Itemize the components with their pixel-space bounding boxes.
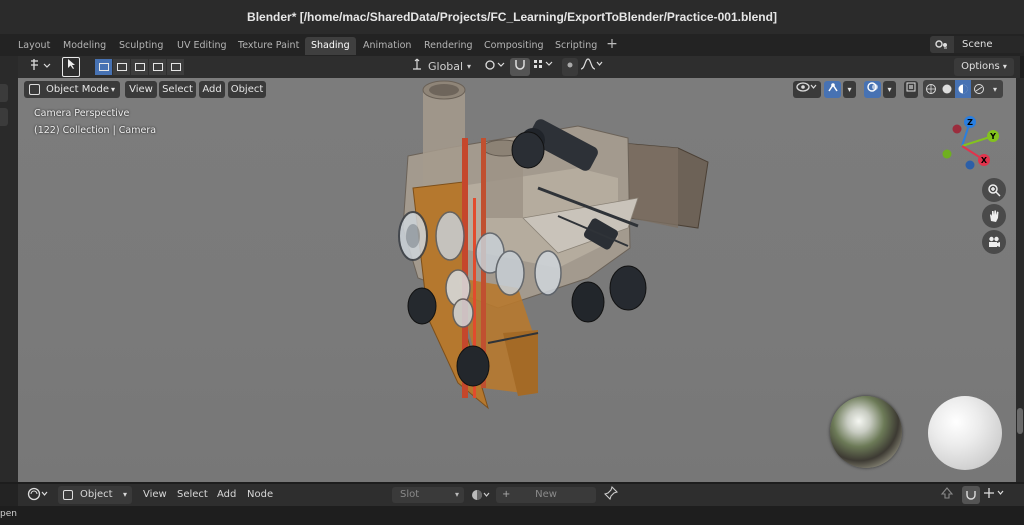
parent-node-tree-icon[interactable] <box>940 486 956 504</box>
neg-x-axis-dot[interactable] <box>952 124 962 134</box>
mode-dropdown[interactable]: Object Mode ▾ <box>24 81 120 98</box>
3d-viewport[interactable]: Object Mode ▾ View Select Add Object Cam… <box>18 78 1016 482</box>
falloff-icon[interactable] <box>580 58 604 76</box>
menu-add[interactable]: Add <box>217 486 236 504</box>
tab-sculpting[interactable]: Sculpting <box>113 37 169 55</box>
solid-shading-icon[interactable] <box>939 80 955 98</box>
tab-scripting[interactable]: Scripting <box>549 37 603 55</box>
status-bar: pen <box>0 506 1024 525</box>
rendered-shading-icon[interactable] <box>971 80 987 98</box>
material-preview-shading-icon[interactable] <box>955 80 971 98</box>
neg-z-axis-dot[interactable] <box>965 160 975 170</box>
proportional-editing-icon[interactable] <box>562 58 578 76</box>
menu-select[interactable]: Select <box>177 486 208 504</box>
select-extend-button[interactable] <box>113 59 130 75</box>
snap-toggle-icon[interactable] <box>962 486 980 504</box>
snap-element-icon[interactable] <box>982 486 1010 504</box>
y-axis-label: Y <box>989 132 996 141</box>
z-axis-label: Z <box>967 118 973 127</box>
camera-view-icon[interactable] <box>982 230 1006 254</box>
viewport-header: Global ▾ Options ▾ <box>18 56 1020 78</box>
view-perspective-label: Camera Perspective <box>34 108 130 119</box>
shader-editor-header: Object ▾ View Select Add Node Slot ▾ + N… <box>18 484 1024 506</box>
select-tool-icon[interactable] <box>62 57 80 77</box>
object-icon <box>63 490 73 500</box>
chevron-down-icon[interactable]: ▾ <box>843 81 856 98</box>
tab-shading[interactable]: Shading <box>305 37 356 55</box>
new-material-button[interactable]: + New <box>496 487 596 503</box>
hdri-preview-sphere <box>830 396 902 468</box>
chevron-down-icon[interactable]: ▾ <box>987 80 1003 98</box>
menu-add[interactable]: Add <box>199 81 225 98</box>
tab-texture-paint[interactable]: Texture Paint <box>232 37 305 55</box>
xray-toggle-icon[interactable] <box>904 81 918 98</box>
overlays-toggle-button[interactable] <box>864 81 881 98</box>
selection-mode-buttons <box>95 59 185 75</box>
viewport-scrollbar[interactable] <box>1016 78 1024 482</box>
snap-toggle-icon[interactable] <box>510 58 530 76</box>
tab-compositing[interactable]: Compositing <box>478 37 550 55</box>
collection-info-label: (122) Collection | Camera <box>34 125 157 136</box>
workspace-tabs: Layout Modeling Sculpting UV Editing Tex… <box>0 34 1024 56</box>
chevron-down-icon[interactable]: ▾ <box>883 81 896 98</box>
tab-animation[interactable]: Animation <box>357 37 417 55</box>
scene-selector[interactable]: Scene <box>930 36 1024 53</box>
status-text: pen <box>0 509 17 519</box>
select-intersect-button[interactable] <box>167 59 184 75</box>
scene-name: Scene <box>962 39 993 50</box>
chevron-down-icon: ▾ <box>454 490 459 499</box>
tab-modeling[interactable]: Modeling <box>57 37 112 55</box>
panel-toggle-button[interactable] <box>0 108 8 126</box>
wireframe-shading-icon[interactable] <box>923 80 939 98</box>
chevron-down-icon: ▾ <box>466 62 471 71</box>
mode-label: Object Mode <box>46 84 109 95</box>
select-new-button[interactable] <box>95 59 112 75</box>
plus-icon: + <box>502 489 511 500</box>
select-subtract-button[interactable] <box>131 59 148 75</box>
object-type-label: Object <box>80 489 113 500</box>
material-preview-sphere <box>928 396 1002 470</box>
editor-type-dropdown[interactable] <box>26 486 54 504</box>
slot-label: Slot <box>400 489 420 500</box>
editor-type-icon[interactable] <box>26 58 54 76</box>
slot-dropdown[interactable]: Slot ▾ <box>392 487 464 503</box>
window-titlebar: Blender* [/home/mac/SharedData/Projects/… <box>0 0 1024 34</box>
add-workspace-button[interactable]: + <box>604 37 620 53</box>
neg-y-axis-dot[interactable] <box>942 149 952 159</box>
options-dropdown[interactable]: Options ▾ <box>954 58 1014 76</box>
material-browse-icon[interactable] <box>469 487 497 503</box>
menu-node[interactable]: Node <box>247 486 273 504</box>
gizmo-toggle-button[interactable] <box>824 81 841 98</box>
menu-object[interactable]: Object <box>228 81 266 98</box>
pin-icon[interactable] <box>603 485 620 504</box>
menu-view[interactable]: View <box>125 81 157 98</box>
tab-uv-editing[interactable]: UV Editing <box>171 37 233 55</box>
visibility-dropdown[interactable] <box>793 81 821 98</box>
left-corner-strip <box>0 484 18 506</box>
shading-mode-buttons: ▾ <box>923 80 1003 98</box>
select-invert-button[interactable] <box>149 59 166 75</box>
chevron-down-icon: ▾ <box>122 490 127 499</box>
scene-icon <box>930 36 954 53</box>
object-mode-icon <box>29 84 40 95</box>
menu-view[interactable]: View <box>143 486 167 504</box>
pivot-point-icon[interactable] <box>484 58 506 76</box>
window-title: Blender* [/home/mac/SharedData/Projects/… <box>247 10 777 24</box>
orientation-icon <box>410 58 424 76</box>
new-label: New <box>535 489 557 500</box>
snap-target-icon[interactable] <box>532 58 554 76</box>
options-label: Options <box>961 61 1000 72</box>
tab-layout[interactable]: Layout <box>12 37 56 55</box>
panel-toggle-button[interactable] <box>0 84 8 102</box>
pan-hand-icon[interactable] <box>982 204 1006 228</box>
tab-rendering[interactable]: Rendering <box>418 37 479 55</box>
menu-select[interactable]: Select <box>159 81 196 98</box>
left-toolbar-strip <box>0 56 18 482</box>
zoom-icon[interactable] <box>982 178 1006 202</box>
chevron-down-icon: ▾ <box>110 85 115 94</box>
object-type-dropdown[interactable]: Object ▾ <box>58 486 132 504</box>
axis-navigation-gizmo[interactable]: Z Y X <box>936 114 1000 176</box>
x-axis-label: X <box>981 156 988 165</box>
